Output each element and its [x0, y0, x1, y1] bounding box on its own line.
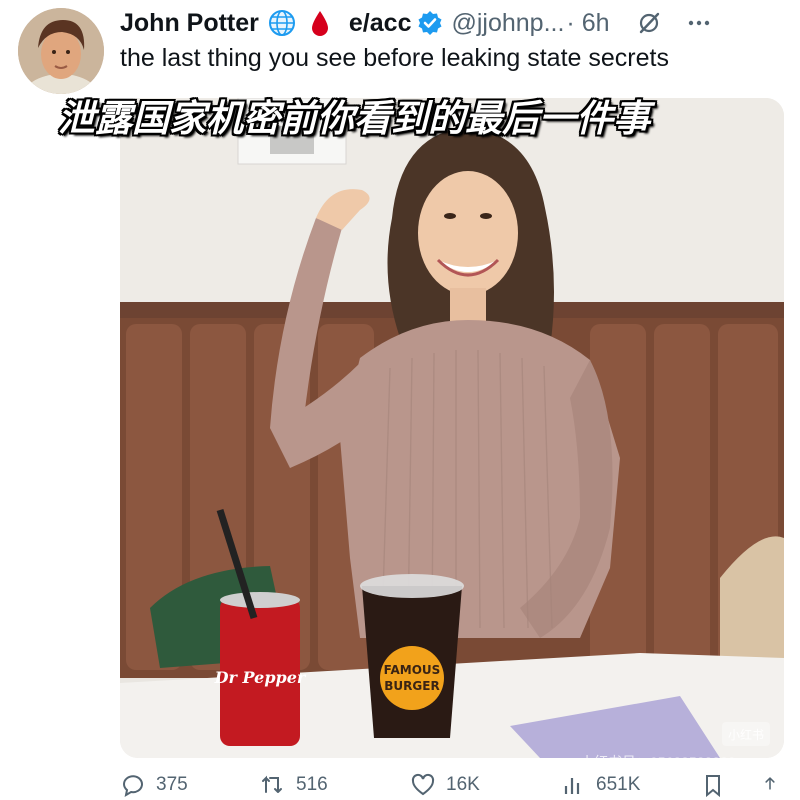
reply-button[interactable]: 375 — [120, 772, 260, 798]
cup-logo-line1: FAMOUS — [384, 663, 441, 677]
globe-icon — [267, 8, 297, 38]
heart-icon — [411, 773, 435, 796]
view-count: 651K — [596, 774, 641, 795]
retweet-button[interactable]: 516 — [260, 772, 410, 798]
tweet-actions: 375 516 16K 651K — [120, 770, 790, 800]
handle-name[interactable]: e/acc — [349, 9, 412, 38]
tweet-header: John Potter e/acc @jjohnp... · 6h — [120, 6, 790, 40]
bookmark-button[interactable] — [700, 772, 760, 798]
drop-of-blood-icon — [305, 8, 335, 38]
watermark-logo: 小红书 — [722, 722, 770, 746]
retweet-count: 516 — [296, 774, 328, 795]
handle[interactable]: @jjohnp... — [451, 9, 564, 38]
verified-badge-icon — [417, 10, 443, 36]
timestamp[interactable]: · 6h — [566, 9, 609, 38]
tweet-photo[interactable]: FAMOUS BURGER Dr Pepper — [120, 98, 784, 758]
chinese-caption: 泄露国家机密前你看到的最后一件事 — [58, 97, 650, 140]
can-label: Dr Pepper — [214, 668, 307, 687]
reply-count: 375 — [156, 774, 188, 795]
cup-logo-line2: BURGER — [384, 679, 439, 693]
bookmark-icon — [706, 775, 720, 798]
views-button[interactable]: 651K — [560, 772, 700, 798]
tweet-text: the last thing you see before leaking st… — [120, 44, 669, 72]
like-button[interactable]: 16K — [410, 772, 560, 798]
views-icon — [564, 778, 580, 794]
avatar[interactable] — [18, 8, 104, 94]
share-button[interactable] — [760, 772, 790, 798]
watermark-text: 小红书号：95688528280 — [580, 754, 736, 770]
reply-icon — [122, 775, 143, 798]
grok-icon[interactable] — [636, 10, 662, 36]
more-icon[interactable] — [686, 10, 712, 36]
retweet-icon — [262, 775, 282, 793]
display-name[interactable]: John Potter — [120, 9, 259, 38]
share-icon — [765, 776, 775, 790]
like-count: 16K — [446, 774, 480, 795]
